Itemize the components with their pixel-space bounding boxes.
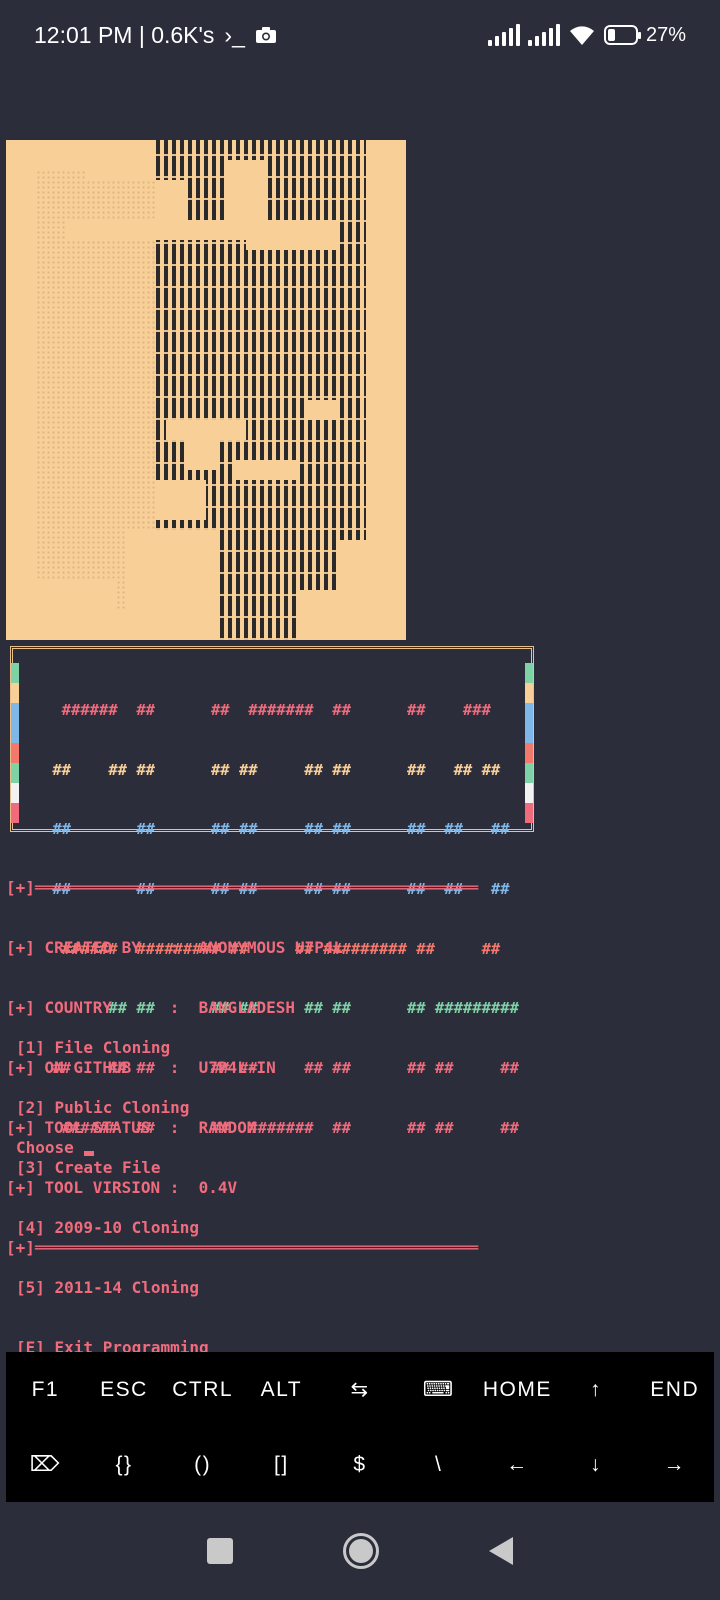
menu-item-create-file: [3] Create File: [16, 1158, 161, 1177]
arrow-right-icon[interactable]: →: [635, 1427, 714, 1502]
stripe-segment: [11, 743, 19, 763]
key-dollar[interactable]: $: [321, 1427, 400, 1502]
banner-logo-box: ###### ## ## ####### ## ## ### ## ## ## …: [10, 646, 534, 1137]
status-bar: 12:01 PM | 0.6K's ›_ 27%: [0, 0, 720, 70]
key-brackets[interactable]: []: [242, 1427, 321, 1502]
stripe-segment: [11, 783, 19, 803]
key-f1[interactable]: F1: [6, 1352, 85, 1427]
extra-keys-row-1: F1 ESC CTRL ALT ⇆ ⌨ HOME ↑ END: [6, 1352, 714, 1427]
ascii-portrait-image: [6, 140, 406, 640]
menu-item-file-cloning: [1] File Cloning: [16, 1038, 171, 1057]
extra-keys-row-2: ⌦ {} () [] $ \ ← ↓ →: [6, 1427, 714, 1502]
arrow-left-icon[interactable]: ←: [478, 1427, 557, 1502]
menu-item-2009-10-cloning: [4] 2009-10 Cloning: [16, 1218, 200, 1237]
choose-prompt[interactable]: Choose: [16, 1138, 94, 1158]
prompt-label: Choose: [16, 1138, 74, 1157]
key-parentheses[interactable]: (): [163, 1427, 242, 1502]
status-left: 12:01 PM | 0.6K's ›_: [34, 22, 277, 49]
stripe-segment: [11, 683, 19, 703]
key-alt[interactable]: ALT: [242, 1352, 321, 1427]
battery-icon: [603, 25, 641, 45]
main-menu: [1] File Cloning [2] Public Cloning [3] …: [16, 998, 209, 1378]
system-nav-bar: [0, 1502, 720, 1600]
logo-line: ###### ## ## ####### ## ## ###: [43, 700, 519, 719]
status-time: 12:01 PM | 0.6K's: [34, 21, 215, 48]
text-cursor: [83, 1151, 94, 1156]
signal-icon-sim2: [527, 24, 560, 46]
battery-percent: 27%: [645, 23, 686, 46]
recents-button[interactable]: [207, 1538, 233, 1564]
status-right: 27%: [487, 23, 686, 47]
key-end[interactable]: END: [635, 1352, 714, 1427]
arrow-up-icon[interactable]: ↑: [557, 1352, 636, 1427]
key-esc[interactable]: ESC: [85, 1352, 164, 1427]
stripe-segment: [11, 663, 19, 683]
stripe-segment: [11, 703, 19, 723]
menu-item-public-cloning: [2] Public Cloning: [16, 1098, 190, 1117]
tab-icon[interactable]: ⇆: [321, 1352, 400, 1427]
key-ctrl[interactable]: CTRL: [163, 1352, 242, 1427]
camera-icon: [255, 27, 276, 43]
keyboard-icon[interactable]: ⌨: [399, 1352, 478, 1427]
menu-item-2011-14-cloning: [5] 2011-14 Cloning: [16, 1278, 200, 1297]
terminal-icon: ›_: [224, 21, 245, 48]
key-home[interactable]: HOME: [478, 1352, 557, 1427]
signal-icon-sim1: [487, 24, 520, 46]
info-divider-top: [+]═════════════════════════════════════…: [6, 878, 479, 897]
arrow-down-icon[interactable]: ↓: [557, 1427, 636, 1502]
key-backslash[interactable]: \: [399, 1427, 478, 1502]
key-braces[interactable]: {}: [85, 1427, 164, 1502]
stripe-segment: [11, 723, 19, 743]
wifi-icon: [569, 26, 594, 45]
stripe-segment: [11, 763, 19, 783]
stripe-segment: [11, 803, 19, 823]
extra-keys-bar: F1 ESC CTRL ALT ⇆ ⌨ HOME ↑ END ⌦ {} () […: [6, 1352, 714, 1502]
back-button[interactable]: [489, 1537, 513, 1565]
delete-icon[interactable]: ⌦: [6, 1427, 85, 1502]
info-created-by: [+] CREATED BY : ANONYMOUS U7P4L: [6, 938, 344, 957]
logo-line: ## ## ## ## ## ## ## ## ## ##: [43, 760, 519, 779]
home-button[interactable]: [343, 1533, 379, 1569]
banner-side-stripe-left: [11, 663, 19, 823]
